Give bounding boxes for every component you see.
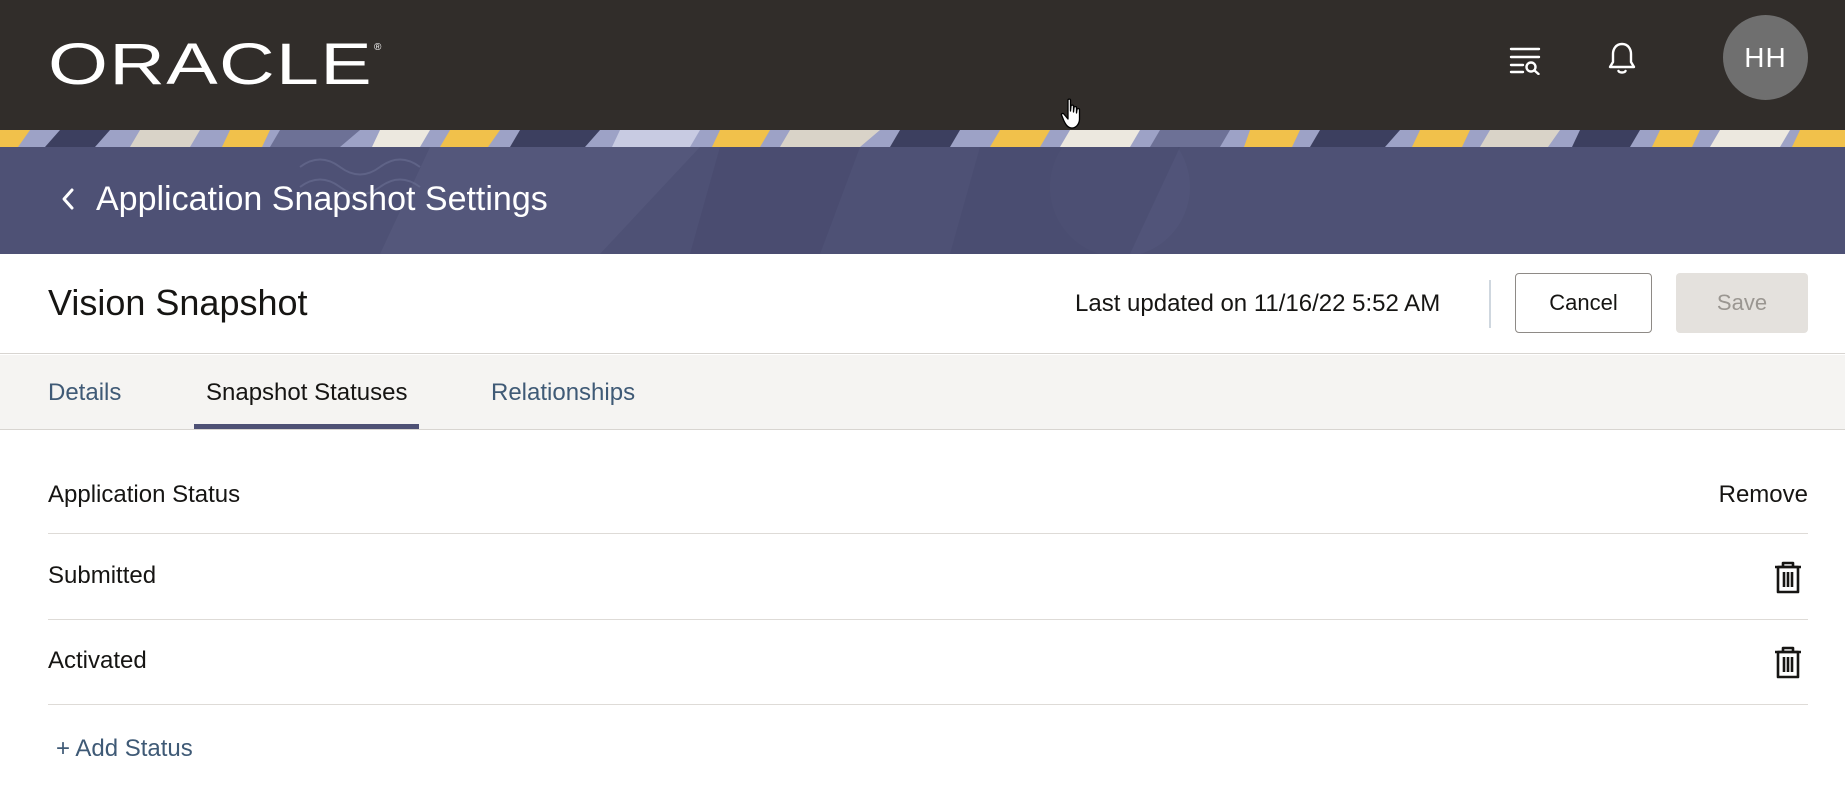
row-divider bbox=[48, 619, 1808, 620]
active-tab-indicator bbox=[194, 424, 419, 429]
bell-icon[interactable] bbox=[1600, 36, 1644, 80]
tab-details[interactable]: Details bbox=[48, 355, 121, 430]
delete-status-button[interactable] bbox=[1768, 642, 1808, 682]
page-title: Application Snapshot Settings bbox=[96, 180, 548, 218]
status-label: Activated bbox=[48, 647, 147, 674]
header-divider bbox=[1489, 280, 1491, 328]
row-divider bbox=[48, 533, 1808, 534]
decorative-pattern-strip bbox=[0, 130, 1845, 147]
cancel-button[interactable]: Cancel bbox=[1515, 273, 1652, 333]
chevron-left-icon bbox=[62, 188, 74, 210]
trash-icon bbox=[1775, 561, 1801, 594]
record-header: Vision Snapshot Last updated on 11/16/22… bbox=[0, 254, 1845, 354]
tab-bar: Details Snapshot Statuses Relationships bbox=[0, 355, 1845, 430]
tab-snapshot-statuses[interactable]: Snapshot Statuses bbox=[206, 355, 407, 430]
add-status-link[interactable]: + Add Status bbox=[56, 733, 193, 765]
save-button[interactable]: Save bbox=[1676, 273, 1808, 333]
record-title: Vision Snapshot bbox=[48, 282, 308, 323]
back-button[interactable] bbox=[48, 177, 88, 221]
tab-relationships[interactable]: Relationships bbox=[491, 355, 635, 430]
svg-text:ORACLE: ORACLE bbox=[48, 38, 373, 88]
oracle-logo[interactable]: ORACLE ® bbox=[48, 32, 386, 97]
search-list-icon[interactable] bbox=[1503, 38, 1547, 82]
hand-cursor-icon bbox=[1060, 98, 1081, 129]
delete-status-button[interactable] bbox=[1768, 557, 1808, 597]
svg-text:®: ® bbox=[374, 42, 382, 53]
global-header: ORACLE ® HH bbox=[0, 0, 1845, 130]
column-header-remove: Remove bbox=[1718, 481, 1808, 508]
status-label: Submitted bbox=[48, 562, 157, 589]
row-divider bbox=[48, 704, 1808, 705]
user-avatar[interactable]: HH bbox=[1723, 15, 1808, 100]
column-header-application-status: Application Status bbox=[48, 481, 241, 508]
last-updated-text: Last updated on 11/16/22 5:52 AM bbox=[1075, 290, 1441, 317]
page-banner: Application Snapshot Settings bbox=[0, 147, 1845, 254]
trash-icon bbox=[1775, 646, 1801, 679]
